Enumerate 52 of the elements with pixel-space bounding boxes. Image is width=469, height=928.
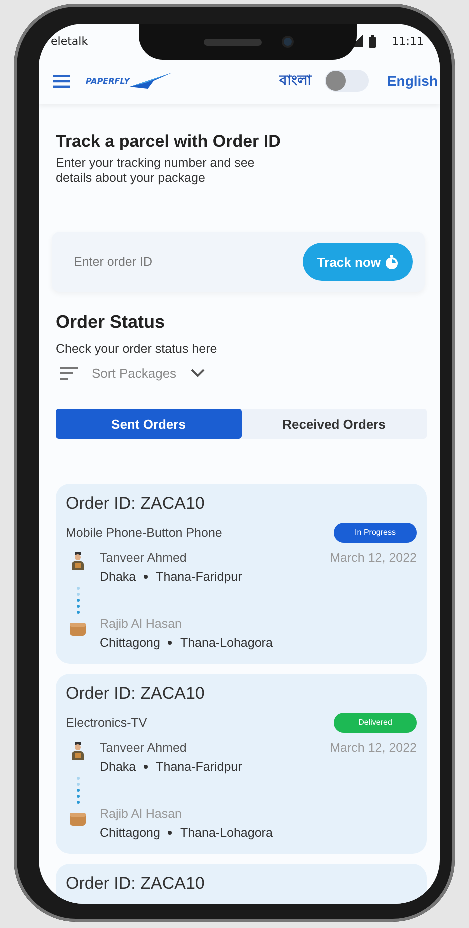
product-name: Electronics-TV [66, 716, 148, 730]
sender-area: Thana-Faridpur [156, 760, 242, 774]
sort-icon [60, 367, 78, 380]
speaker-icon [204, 38, 262, 46]
menu-icon[interactable] [53, 74, 70, 88]
section-title: Track a parcel with Order ID [56, 132, 282, 152]
product-name: Mobile Phone-Button Phone [66, 526, 222, 540]
sender-area: Thana-Faridpur [156, 570, 242, 584]
order-date: March 12, 2022 [330, 551, 417, 567]
dot-separator [144, 765, 148, 769]
sender-name: Tanveer Ahmed [100, 551, 188, 565]
box-icon [70, 811, 86, 826]
sender-city: Dhaka [100, 760, 136, 774]
order-tab[interactable]: Sent Orders [56, 409, 242, 439]
clock-time: 11:11 [392, 34, 424, 48]
receiver-area: Thana-Lohagora [180, 826, 273, 840]
dotted-connector [76, 777, 80, 804]
courier-icon [71, 742, 85, 760]
dotted-connector [76, 587, 80, 614]
chevron-down-icon[interactable] [190, 369, 205, 378]
receiver-name: Rajib Al Hasan [100, 807, 183, 821]
carrier-name: eletalk [51, 34, 88, 48]
sender-city: Dhaka [100, 570, 136, 584]
language-toggle[interactable] [325, 70, 370, 92]
order-id: Order ID: ZACA10 [66, 684, 206, 704]
section-subtitle: Check your order status here [56, 342, 218, 356]
order-id: Order ID: ZACA10 [66, 874, 206, 894]
sender-name: Tanveer Ahmed [100, 741, 188, 755]
stopwatch-icon [385, 254, 399, 270]
paperfly-logo: PAPERFLY [86, 73, 172, 89]
section-subtitle: Enter your tracking number and see details about your package [56, 156, 256, 186]
courier-icon [71, 552, 85, 570]
camera-icon [284, 38, 292, 46]
dot-separator [168, 831, 172, 835]
status-badge: Delivered [334, 713, 417, 733]
english-option[interactable]: English [387, 73, 438, 89]
receiver-city: Chittagong [100, 636, 160, 650]
receiver-city: Chittagong [100, 826, 160, 840]
sort-packages-dropdown[interactable]: Sort Packages [92, 366, 177, 381]
section-title: Order Status [56, 312, 166, 333]
status-badge: In Progress [334, 523, 417, 543]
order-id: Order ID: ZACA10 [66, 494, 206, 514]
receiver-name: Rajib Al Hasan [100, 617, 183, 631]
receiver-area: Thana-Lohagora [180, 636, 273, 650]
box-icon [70, 621, 86, 636]
battery-icon [369, 34, 376, 48]
dot-separator [168, 641, 172, 645]
order-tab[interactable]: Received Orders [242, 409, 427, 439]
order-date: March 12, 2022 [330, 741, 417, 757]
dot-separator [144, 575, 148, 579]
bangla-option[interactable]: বাংলা [279, 69, 312, 93]
order-id-field[interactable]: Enter order ID [72, 254, 256, 270]
